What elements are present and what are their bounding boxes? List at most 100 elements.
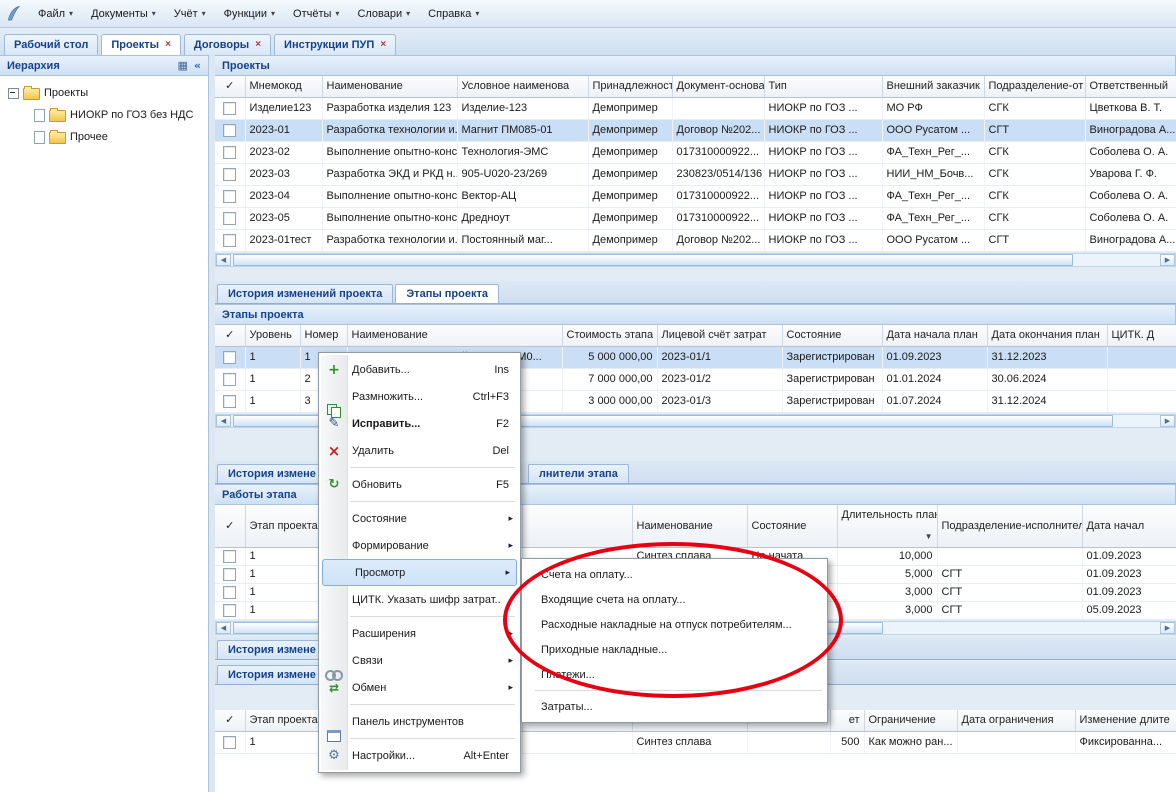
column-header[interactable]: ет [830, 710, 864, 732]
menubar-item-documents[interactable]: Документы▾ [82, 4, 165, 24]
column-header[interactable]: ✓ [215, 325, 245, 347]
tree-item-projects[interactable]: Проекты [0, 82, 208, 104]
menu-item[interactable]: Платежи... [523, 662, 826, 687]
tab-projects[interactable]: Проекты× [101, 34, 181, 55]
tab-stage-history[interactable]: История измене [217, 464, 327, 483]
menu-item[interactable]: Добавить...Ins [320, 356, 519, 383]
scrollbar-thumb[interactable] [233, 254, 1073, 266]
column-header[interactable]: Состояние [782, 325, 882, 347]
column-header[interactable]: Дата начала план [882, 325, 987, 347]
row-checkbox[interactable] [223, 234, 236, 247]
scroll-left-icon[interactable]: ◀ [216, 415, 231, 427]
menubar-item-dictionaries[interactable]: Словари▾ [348, 4, 419, 24]
menu-item[interactable]: Входящие счета на оплату... [523, 587, 826, 612]
row-checkbox[interactable] [223, 550, 236, 563]
tab-instructions[interactable]: Инструкции ПУП× [274, 34, 396, 55]
menu-item[interactable]: Исправить...F2 [320, 410, 519, 437]
tab-work-history[interactable]: История измене [217, 640, 327, 659]
column-header[interactable]: Дата ограничения [957, 710, 1075, 732]
column-header[interactable]: Уровень [245, 325, 300, 347]
row-checkbox[interactable] [223, 146, 236, 159]
column-header[interactable]: Дата начал [1082, 505, 1176, 548]
menubar-item-accounting[interactable]: Учёт▾ [165, 4, 215, 24]
scroll-right-icon[interactable]: ▶ [1160, 415, 1175, 427]
column-header[interactable]: Внешний заказчик [882, 76, 984, 98]
tree-item-niokr[interactable]: НИОКР по ГОЗ без НДС [0, 104, 208, 126]
table-row[interactable]: 2023-05Выполнение опытно-конс...Дредноут… [215, 208, 1176, 230]
scroll-right-icon[interactable]: ▶ [1160, 254, 1175, 266]
table-row[interactable]: 2023-02Выполнение опытно-конс...Технолог… [215, 142, 1176, 164]
row-checkbox[interactable] [223, 586, 236, 599]
menu-item[interactable]: УдалитьDel [320, 437, 519, 464]
table-row[interactable]: Изделие123Разработка изделия 123Изделие-… [215, 98, 1176, 120]
tab-contracts[interactable]: Договоры× [184, 34, 271, 55]
splitter-horizontal[interactable] [215, 267, 1176, 281]
menu-item[interactable]: Панель инструментов [320, 708, 519, 735]
column-header[interactable]: Стоимость этапа [562, 325, 657, 347]
column-header[interactable]: Номер [300, 325, 347, 347]
panel-grid-icon[interactable]: ▦ [177, 59, 187, 72]
column-header[interactable]: Тип [764, 76, 882, 98]
scroll-right-icon[interactable]: ▶ [1160, 622, 1175, 634]
menu-item[interactable]: Просмотр▸ [322, 559, 517, 586]
menubar-item-file[interactable]: Файл▾ [29, 4, 82, 24]
column-header[interactable]: Состояние [747, 505, 837, 548]
collapse-panel-icon[interactable]: « [194, 59, 201, 72]
column-header[interactable]: Документ-основан [672, 76, 764, 98]
menu-item[interactable]: Связи▸ [320, 647, 519, 674]
menubar-item-reports[interactable]: Отчёты▾ [284, 4, 348, 24]
projects-hscrollbar[interactable]: ◀ ▶ [215, 253, 1176, 267]
menu-item[interactable]: ЦИТК. Указать шифр затрат.. [320, 586, 519, 613]
menu-item[interactable]: Расходные накладные на отпуск потребител… [523, 612, 826, 637]
column-header[interactable]: Изменение длите [1075, 710, 1176, 732]
menu-item[interactable]: Состояние▸ [320, 505, 519, 532]
menu-item[interactable]: Расширения▸ [320, 620, 519, 647]
tab-close-icon[interactable]: × [165, 40, 171, 50]
scroll-left-icon[interactable]: ◀ [216, 254, 231, 266]
column-header[interactable]: ✓ [215, 505, 245, 548]
tab-work-history-inner[interactable]: История измене [217, 665, 327, 684]
row-checkbox[interactable] [223, 395, 236, 408]
menubar-item-functions[interactable]: Функции▾ [215, 4, 284, 24]
row-checkbox[interactable] [223, 351, 236, 364]
row-checkbox[interactable] [223, 604, 236, 617]
column-header[interactable]: Лицевой счёт затрат [657, 325, 782, 347]
menu-item[interactable]: ОбновитьF5 [320, 471, 519, 498]
tab-project-stages[interactable]: Этапы проекта [395, 284, 499, 303]
row-checkbox[interactable] [223, 124, 236, 137]
table-row[interactable]: 2023-04Выполнение опытно-конс...Вектор-А… [215, 186, 1176, 208]
tree-item-other[interactable]: Прочее [0, 126, 208, 148]
scroll-left-icon[interactable]: ◀ [216, 622, 231, 634]
column-header[interactable]: Условное наименова [457, 76, 588, 98]
column-header[interactable]: ✓ [215, 710, 245, 732]
menu-item[interactable]: Счета на оплату... [523, 562, 826, 587]
row-checkbox[interactable] [223, 168, 236, 181]
menu-item[interactable]: Приходные накладные... [523, 637, 826, 662]
tab-close-icon[interactable]: × [380, 40, 386, 50]
column-header[interactable]: Ограничение [864, 710, 957, 732]
row-checkbox[interactable] [223, 212, 236, 225]
column-header[interactable]: ЦИТК. Д [1107, 325, 1176, 347]
menu-item[interactable]: Обмен▸ [320, 674, 519, 701]
projects-grid[interactable]: ✓МнемокодНаименованиеУсловное наименоваП… [215, 76, 1176, 252]
menubar-item-help[interactable]: Справка▾ [419, 4, 488, 24]
column-header[interactable]: Подразделение-исполнитель.. [937, 505, 1082, 548]
column-header[interactable]: Подразделение-от [984, 76, 1085, 98]
menu-item[interactable]: Размножить...Ctrl+F3 [320, 383, 519, 410]
table-row[interactable]: 2023-01тестРазработка технологии и...Пос… [215, 230, 1176, 252]
row-checkbox[interactable] [223, 373, 236, 386]
table-row[interactable]: 2023-03Разработка ЭКД и РКД н...905-U020… [215, 164, 1176, 186]
row-checkbox[interactable] [223, 190, 236, 203]
tab-close-icon[interactable]: × [255, 40, 261, 50]
column-header[interactable]: Мнемокод [245, 76, 322, 98]
column-header[interactable]: Наименование [632, 505, 747, 548]
row-checkbox[interactable] [223, 568, 236, 581]
column-header[interactable]: Длительность план▼ [837, 505, 937, 548]
tab-desktop[interactable]: Рабочий стол [4, 34, 98, 55]
column-header[interactable] [522, 505, 632, 548]
column-header[interactable]: Ответственный [1085, 76, 1176, 98]
column-header[interactable]: Наименование [322, 76, 457, 98]
collapse-expander-icon[interactable] [8, 88, 19, 99]
tab-project-history[interactable]: История изменений проекта [217, 284, 393, 303]
column-header[interactable]: Наименование [347, 325, 562, 347]
